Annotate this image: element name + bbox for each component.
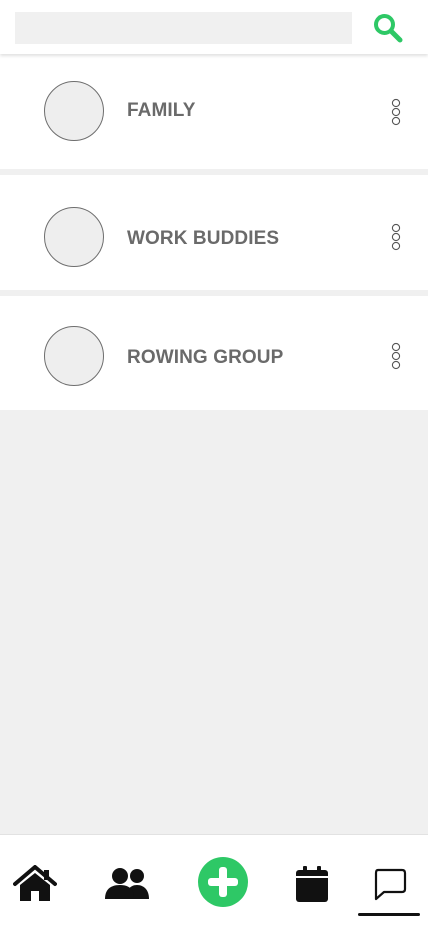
group-name: FAMILY [127,100,196,121]
calendar-icon [296,866,328,902]
more-vertical-icon [391,98,401,126]
avatar [44,81,104,141]
group-list: FAMILY WORK BUDDIES ROWING GROUP [0,54,428,410]
more-options-button[interactable] [384,222,408,252]
search-button[interactable] [368,8,408,48]
add-circle-icon [198,857,248,907]
list-item[interactable]: FAMILY [0,54,428,169]
avatar [44,326,104,386]
group-name: ROWING GROUP [127,347,284,368]
search-input[interactable] [15,12,352,44]
search-icon [374,14,403,43]
nav-home[interactable] [12,863,58,905]
people-icon [105,868,149,899]
top-bar [0,0,428,54]
more-options-button[interactable] [384,341,408,371]
chat-icon [374,868,407,901]
nav-add[interactable] [196,855,250,909]
more-vertical-icon [391,223,401,251]
bottom-nav [0,834,428,926]
home-icon [13,865,57,901]
nav-chat[interactable] [370,865,410,903]
list-item[interactable]: ROWING GROUP [0,296,428,410]
more-vertical-icon [391,342,401,370]
avatar [44,207,104,267]
list-item[interactable]: WORK BUDDIES [0,175,428,290]
more-options-button[interactable] [384,97,408,127]
nav-people[interactable] [101,865,153,903]
group-name: WORK BUDDIES [127,228,280,249]
nav-calendar[interactable] [292,863,332,905]
active-tab-indicator [358,913,420,916]
